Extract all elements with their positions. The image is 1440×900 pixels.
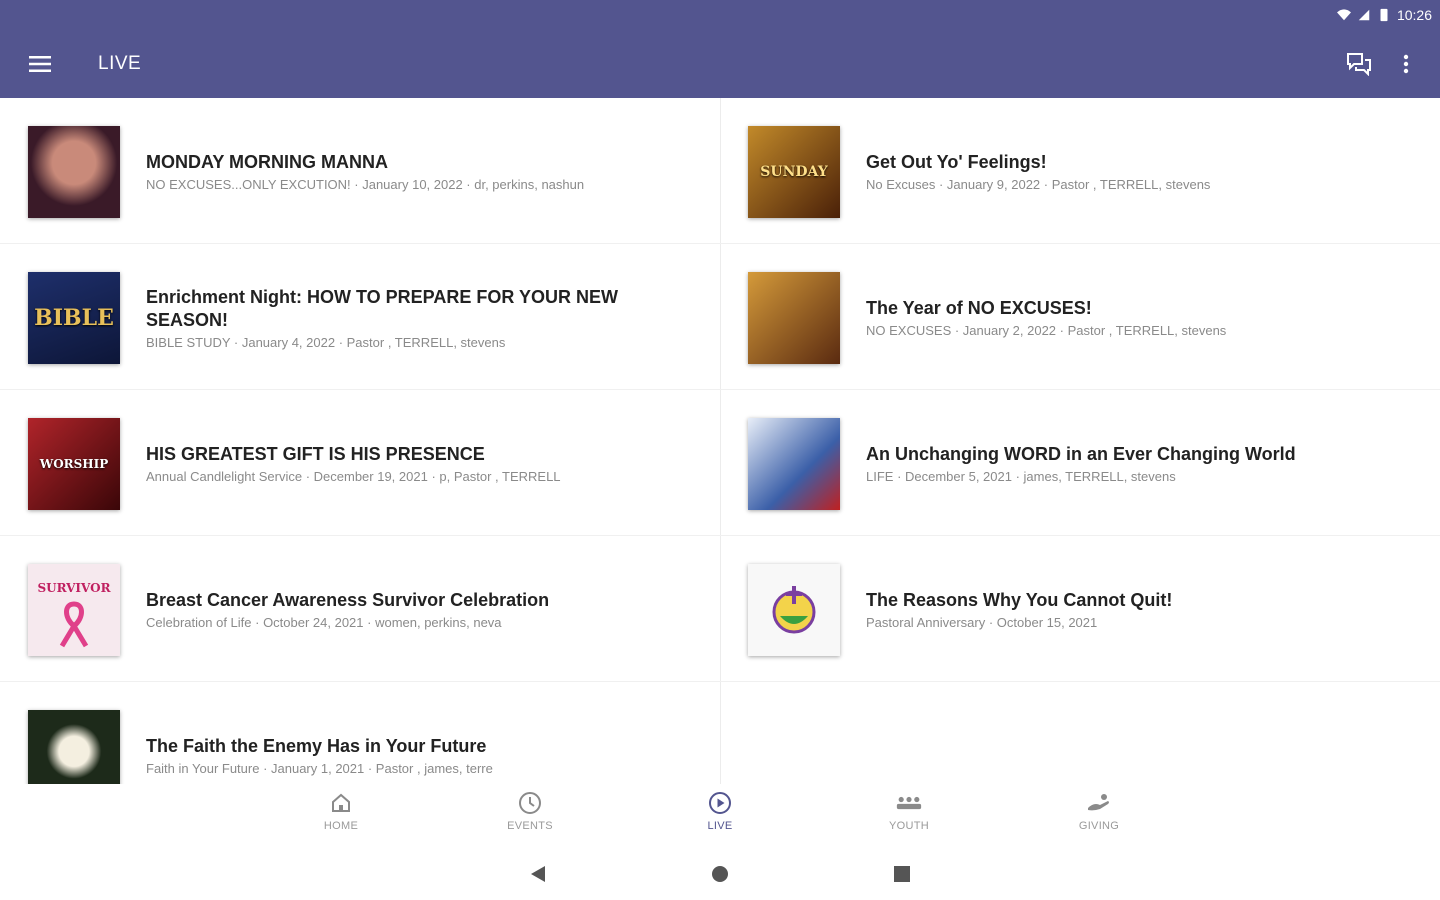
sermon-thumbnail: WORSHIP	[28, 418, 120, 510]
status-time: 10:26	[1396, 7, 1432, 23]
nav-label: LIVE	[707, 820, 733, 832]
sermon-title: HIS GREATEST GIFT IS HIS PRESENCE	[146, 444, 485, 464]
sermon-item[interactable]: The Year of NO EXCUSES! NO EXCUSES · Jan…	[720, 244, 1440, 390]
back-triangle-icon	[531, 866, 545, 882]
home-circle-icon	[712, 866, 728, 882]
thumbnail-text: WORSHIP	[39, 457, 109, 471]
sermon-subtitle: No Excuses · January 9, 2022 · Pastor , …	[866, 177, 1211, 192]
sermon-title: The Reasons Why You Cannot Quit!	[866, 590, 1173, 610]
play-circle-icon	[707, 790, 733, 816]
nav-giving[interactable]: GIVING	[1054, 790, 1144, 842]
page-title: LIVE	[98, 53, 142, 74]
sermon-item[interactable]: The Reasons Why You Cannot Quit! Pastora…	[720, 536, 1440, 682]
thumbnail-text: BIBLE	[34, 305, 114, 331]
anniversary-emblem-icon	[772, 586, 816, 634]
home-icon	[328, 790, 354, 816]
recents-square-icon	[894, 866, 910, 882]
sermon-item[interactable]: BIBLE Enrichment Night: HOW TO PREPARE F…	[0, 244, 720, 390]
menu-button[interactable]	[24, 48, 56, 80]
sermon-thumbnail	[28, 710, 120, 784]
system-home-button[interactable]	[708, 862, 732, 886]
sermon-title: An Unchanging WORD in an Ever Changing W…	[866, 444, 1296, 464]
pink-ribbon-icon	[59, 601, 89, 648]
sermon-thumbnail: SUNDAY	[748, 126, 840, 218]
sermon-subtitle: LIFE · December 5, 2021 · james, TERRELL…	[866, 469, 1176, 484]
sermon-item[interactable]: SUNDAY Get Out Yo' Feelings! No Excuses …	[720, 98, 1440, 244]
sermon-item[interactable]: The Faith the Enemy Has in Your Future F…	[0, 682, 720, 784]
sermon-thumbnail: BIBLE	[28, 272, 120, 364]
sermon-item[interactable]: SURVIVOR Breast Cancer Awareness Survivo…	[0, 536, 720, 682]
nav-label: GIVING	[1078, 820, 1120, 832]
sermon-item[interactable]: An Unchanging WORD in an Ever Changing W…	[720, 390, 1440, 536]
system-recents-button[interactable]	[890, 862, 914, 886]
sermon-item[interactable]: WORSHIP HIS GREATEST GIFT IS HIS PRESENC…	[0, 390, 720, 536]
battery-icon	[1380, 8, 1388, 22]
more-vert-icon	[1403, 54, 1409, 74]
hamburger-icon	[29, 56, 51, 72]
wifi-icon	[1336, 9, 1351, 21]
sermon-thumbnail	[748, 272, 840, 364]
group-icon	[896, 790, 922, 816]
sermon-thumbnail	[748, 564, 840, 656]
sermon-title: Breast Cancer Awareness Survivor Celebra…	[146, 590, 550, 610]
giving-hand-icon	[1086, 790, 1112, 816]
sermon-subtitle: NO EXCUSES · January 2, 2022 · Pastor , …	[866, 323, 1227, 338]
sermon-thumbnail	[28, 126, 120, 218]
more-options-button[interactable]	[1394, 48, 1418, 80]
system-back-button[interactable]	[526, 862, 550, 886]
signal-icon	[1358, 9, 1370, 21]
clock-icon	[517, 790, 543, 816]
nav-live[interactable]: LIVE	[675, 790, 765, 842]
chat-button[interactable]	[1342, 48, 1376, 80]
sermon-subtitle: BIBLE STUDY · January 4, 2022 · Pastor ,…	[146, 335, 506, 350]
system-navigation-bar	[0, 844, 1440, 900]
sermon-subtitle: Faith in Your Future · January 1, 2021 ·…	[146, 761, 493, 776]
thumbnail-text: SURVIVOR	[37, 581, 111, 595]
sermon-subtitle: Pastoral Anniversary · October 15, 2021	[866, 615, 1098, 630]
chat-icon	[1347, 53, 1371, 76]
nav-events[interactable]: EVENTS	[485, 790, 575, 842]
sermon-thumbnail	[748, 418, 840, 510]
bottom-navigation: HOME EVENTS LIVE YOUTH GIVING	[0, 784, 1440, 844]
sermon-item[interactable]: MONDAY MORNING MANNA NO EXCUSES...ONLY E…	[0, 98, 720, 244]
sermon-title: The Year of NO EXCUSES!	[866, 298, 1092, 318]
sermon-subtitle: Celebration of Life · October 24, 2021 ·…	[146, 615, 502, 630]
sermon-subtitle: NO EXCUSES...ONLY EXCUTION! · January 10…	[146, 177, 585, 192]
thumbnail-text: SUNDAY	[760, 164, 828, 180]
sermon-title: MONDAY MORNING MANNA	[146, 152, 389, 172]
nav-label: EVENTS	[507, 820, 553, 832]
nav-youth[interactable]: YOUTH	[864, 790, 954, 842]
sermon-title: Enrichment Night: HOW TO PREPARE FOR YOU…	[146, 287, 619, 330]
sermon-thumbnail: SURVIVOR	[28, 564, 120, 656]
sermon-title: The Faith the Enemy Has in Your Future	[146, 736, 487, 756]
sermon-subtitle: Annual Candlelight Service · December 19…	[146, 469, 561, 484]
sermon-title: Get Out Yo' Feelings!	[866, 152, 1047, 172]
sermon-list: MONDAY MORNING MANNA NO EXCUSES...ONLY E…	[0, 98, 1440, 784]
app-bar: 10:26 LIVE	[0, 0, 1440, 98]
nav-home[interactable]: HOME	[296, 790, 386, 842]
nav-label: YOUTH	[889, 820, 929, 832]
nav-label: HOME	[323, 820, 359, 832]
status-bar: 10:26	[1336, 4, 1432, 26]
